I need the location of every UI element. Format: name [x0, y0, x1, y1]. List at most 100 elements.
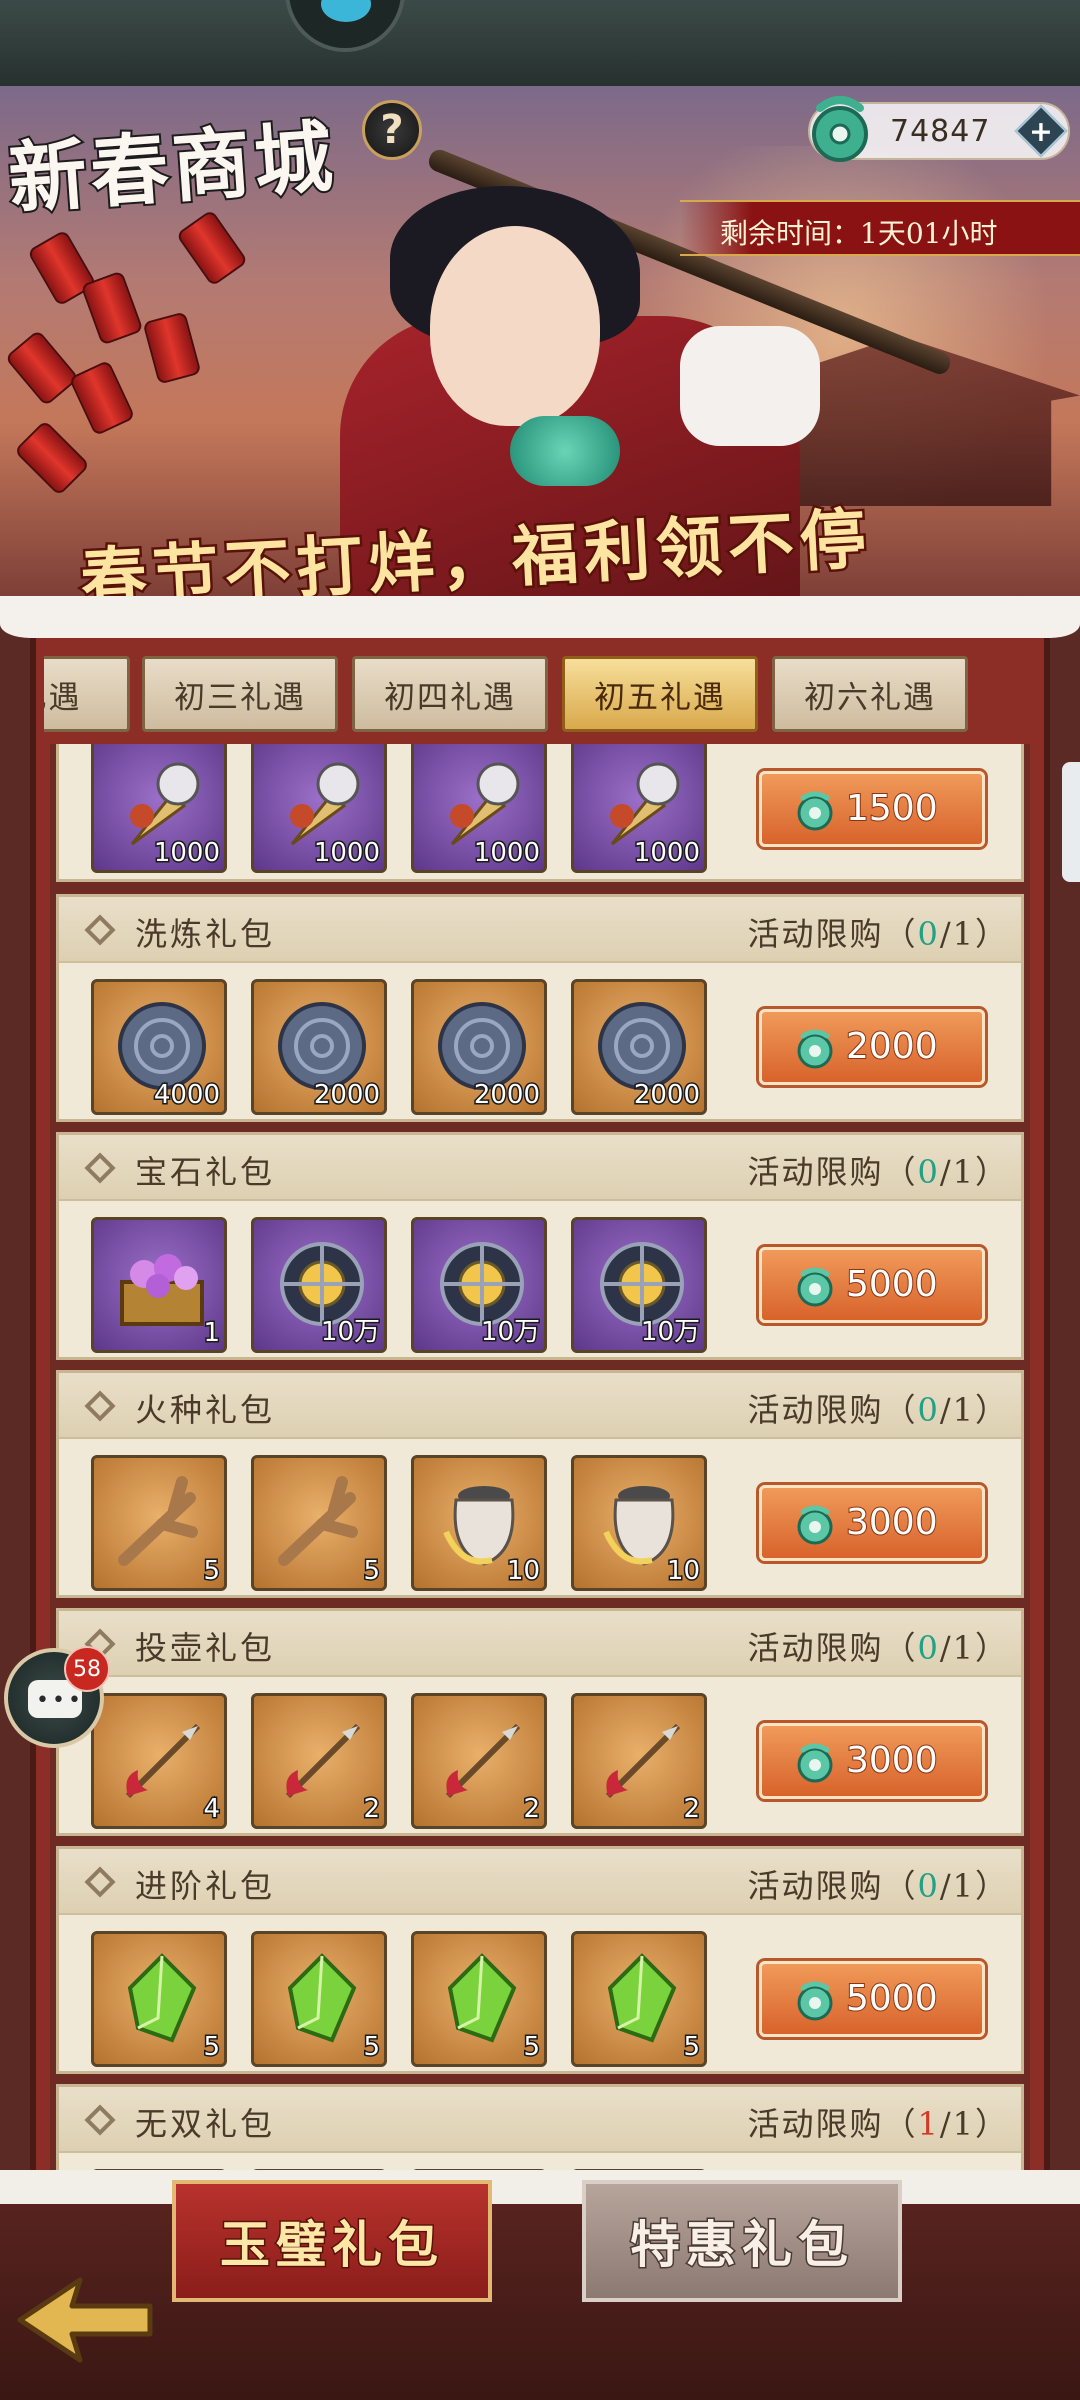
pack-card: 无双礼包 活动限购（1/1） — [56, 2084, 1024, 2174]
pack-list[interactable]: 1000 1000 1000 1000 1500 洗炼礼包 活动限购（0/1） … — [50, 744, 1030, 2174]
pack-item[interactable]: 10 — [571, 1455, 707, 1591]
price-label: 5000 — [845, 1263, 939, 1306]
help-button[interactable]: ? — [362, 100, 422, 160]
time-remaining-banner: 剩余时间：1天01小时 — [680, 200, 1080, 256]
tab-day-6[interactable]: 初六礼遇 — [772, 656, 968, 732]
firecracker-icon — [175, 209, 249, 287]
pack-item[interactable]: 10万 — [251, 1217, 387, 1353]
pack-item[interactable]: 5 — [571, 1931, 707, 2067]
back-arrow-icon[interactable] — [10, 2270, 160, 2370]
tab-day-5[interactable]: 初五礼遇 — [562, 656, 758, 732]
item-quantity: 2000 — [472, 1079, 541, 1112]
item-quantity: 2 — [362, 1793, 381, 1826]
pack-item[interactable]: 5 — [91, 1931, 227, 2067]
side-panel-handle[interactable] — [1062, 762, 1080, 882]
purchase-limit: 活动限购（0/1） — [747, 1629, 1009, 1667]
item-quantity: 5 — [202, 1555, 221, 1588]
pack-item[interactable]: 2000 — [571, 979, 707, 1115]
tab-day-3[interactable]: 初三礼遇 — [142, 656, 338, 732]
pack-header: 投壶礼包 活动限购（0/1） — [59, 1611, 1021, 1677]
pack-item[interactable]: 1000 — [571, 744, 707, 873]
pack-name: 进阶礼包 — [135, 1867, 276, 1905]
item-quantity: 5 — [362, 2031, 381, 2064]
pack-name: 无双礼包 — [135, 2105, 276, 2143]
pack-item[interactable]: 4 — [91, 1693, 227, 1829]
purchase-limit: 活动限购（0/1） — [747, 915, 1009, 953]
green-crystal-icon — [127, 1953, 197, 2043]
tab-jade-packs[interactable]: 玉璧礼包 — [172, 2180, 492, 2302]
green-crystal-icon — [607, 1953, 677, 2043]
pack-name: 火种礼包 — [135, 1391, 276, 1429]
diamond-icon — [84, 1390, 116, 1422]
item-quantity: 2 — [522, 1793, 541, 1826]
green-crystal-icon — [287, 1953, 357, 2043]
item-quantity: 2000 — [632, 1079, 701, 1112]
pack-item[interactable]: 2 — [571, 1693, 707, 1829]
pack-card: 宝石礼包 活动限购（0/1） 1 10万 10万 10万 5000 — [56, 1132, 1024, 1360]
firecracker-icon — [68, 359, 136, 437]
item-quantity: 1000 — [312, 837, 381, 870]
pack-item[interactable]: 5 — [251, 1931, 387, 2067]
page-title: 新春商城 — [4, 110, 342, 228]
price-label: 3000 — [845, 1501, 939, 1544]
price-label: 5000 — [845, 1977, 939, 2020]
buy-button[interactable]: 3000 — [759, 1723, 985, 1799]
pack-header: 进阶礼包 活动限购（0/1） — [59, 1849, 1021, 1915]
item-quantity: 10万 — [639, 1316, 701, 1349]
pack-item[interactable]: 5 — [91, 1455, 227, 1591]
purchase-limit: 活动限购（1/1） — [747, 2105, 1009, 2143]
buy-button[interactable]: 5000 — [759, 1247, 985, 1323]
firecracker-icon — [13, 419, 91, 497]
pack-item[interactable]: 10万 — [571, 1217, 707, 1353]
ellipsis-icon: ••• — [36, 1688, 84, 1713]
pack-header: 洗炼礼包 活动限购（0/1） — [59, 897, 1021, 963]
item-quantity: 5 — [202, 2031, 221, 2064]
chat-button[interactable]: ••• 58 — [4, 1646, 110, 1748]
diamond-icon — [84, 2104, 116, 2136]
pack-item[interactable]: 2000 — [411, 979, 547, 1115]
pack-item[interactable]: 1 — [91, 1217, 227, 1353]
firecracker-icon — [4, 329, 80, 407]
pack-item[interactable]: 5 — [251, 1455, 387, 1591]
pack-item[interactable]: 10 — [411, 1455, 547, 1591]
pack-card: 洗炼礼包 活动限购（0/1） 4000 2000 2000 2000 2000 — [56, 894, 1024, 1122]
price-label: 2000 — [845, 1025, 939, 1068]
pack-name: 洗炼礼包 — [135, 915, 276, 953]
arrow-icon — [605, 1723, 681, 1799]
purchase-limit: 活动限购（0/1） — [747, 1391, 1009, 1429]
pack-item[interactable]: 10万 — [411, 1217, 547, 1353]
item-quantity: 2 — [682, 1793, 701, 1826]
pack-item[interactable]: 1000 — [411, 744, 547, 873]
pack-item[interactable]: 5 — [411, 1931, 547, 2067]
event-banner: 新春商城 ? 74847 + 剩余时间：1天01小时 春节不打烊，福利领不停 — [0, 86, 1080, 646]
plus-icon: + — [1029, 114, 1053, 148]
bottom-bar — [0, 2190, 1080, 2400]
buy-button[interactable]: 1500 — [759, 771, 985, 847]
item-quantity: 5 — [362, 1555, 381, 1588]
pack-item[interactable]: 2 — [411, 1693, 547, 1829]
gem-chest-icon — [120, 1254, 204, 1326]
jade-coin-icon — [797, 791, 833, 831]
pack-item[interactable]: 1000 — [91, 744, 227, 873]
item-quantity: 1000 — [152, 837, 221, 870]
pack-item[interactable]: 2000 — [251, 979, 387, 1115]
unread-badge: 58 — [64, 1646, 110, 1692]
item-quantity: 10 — [665, 1555, 701, 1588]
tab-day-4[interactable]: 初四礼遇 — [352, 656, 548, 732]
buy-button[interactable]: 3000 — [759, 1485, 985, 1561]
tab-day-2[interactable]: 二礼遇 — [44, 656, 130, 732]
buy-button[interactable]: 2000 — [759, 1009, 985, 1085]
item-quantity: 5 — [682, 2031, 701, 2064]
pack-item[interactable]: 4000 — [91, 979, 227, 1115]
day-tabs: 二礼遇 初三礼遇 初四礼遇 初五礼遇 初六礼遇 — [44, 648, 1034, 744]
branch-icon — [278, 1476, 358, 1566]
pack-item[interactable]: 1000 — [251, 744, 387, 873]
pack-card: 投壶礼包 活动限购（0/1） 4 2 2 2 3000 — [56, 1608, 1024, 1836]
tab-special-packs[interactable]: 特惠礼包 — [582, 2180, 902, 2302]
add-currency-button[interactable]: + — [1014, 104, 1068, 158]
item-quantity: 5 — [522, 2031, 541, 2064]
pack-item[interactable]: 2 — [251, 1693, 387, 1829]
buy-button[interactable]: 5000 — [759, 1961, 985, 2037]
purchase-limit: 活动限购（0/1） — [747, 1153, 1009, 1191]
diamond-icon — [84, 914, 116, 946]
